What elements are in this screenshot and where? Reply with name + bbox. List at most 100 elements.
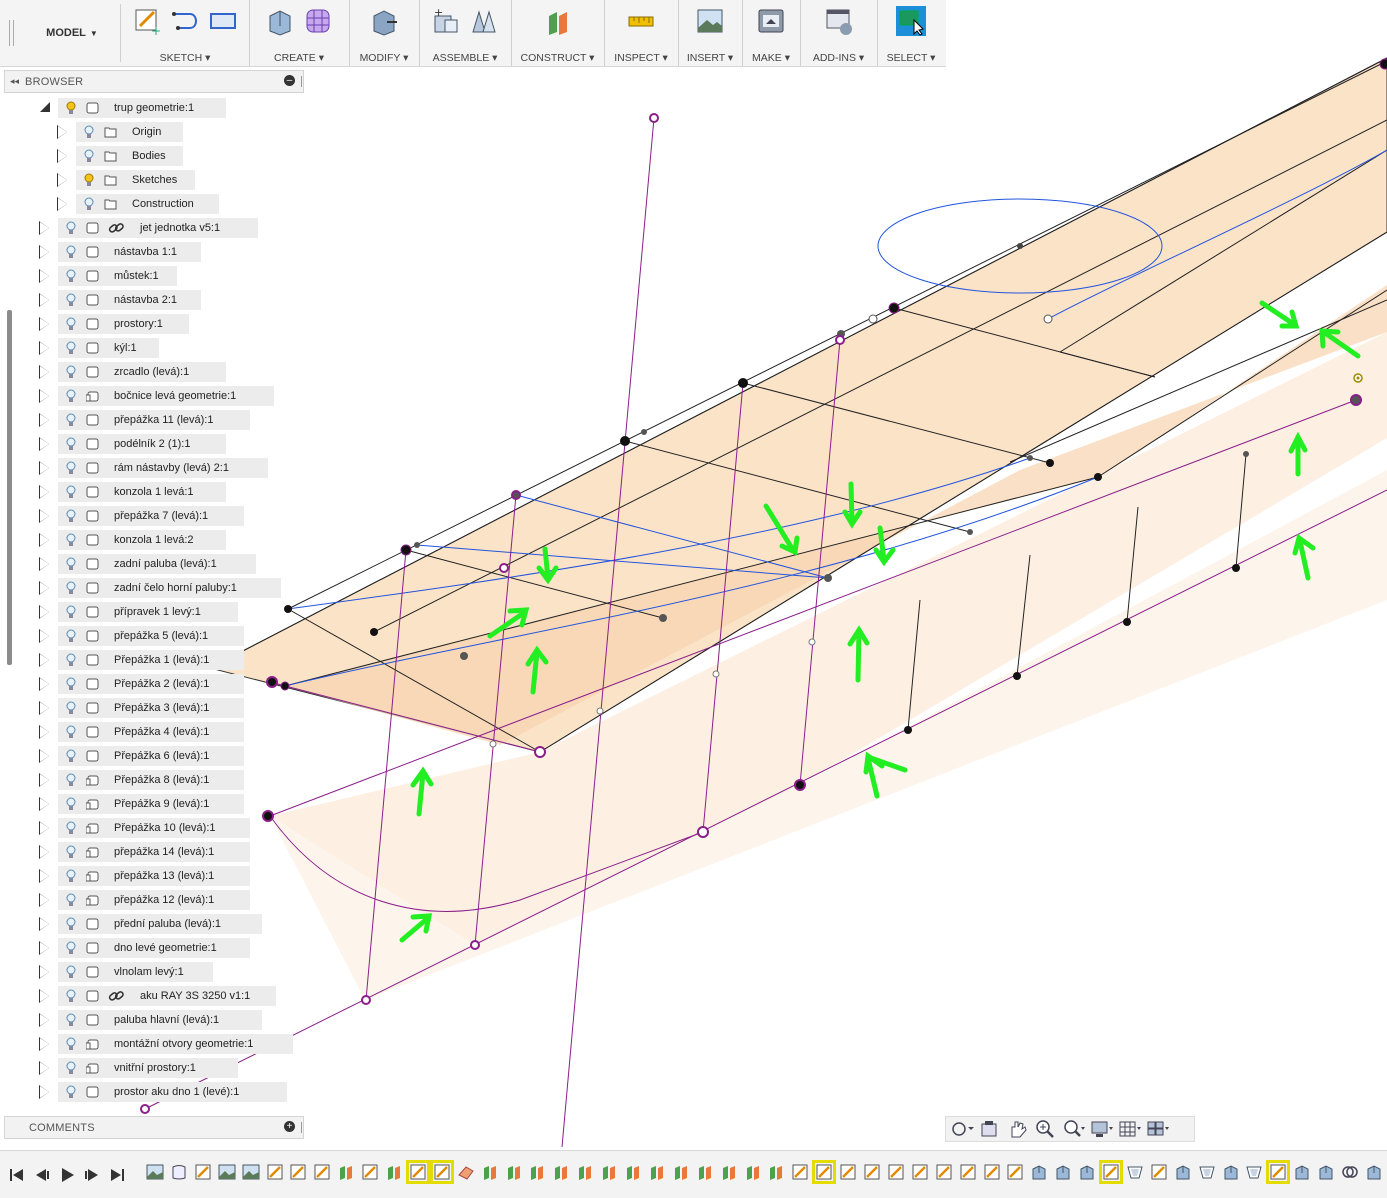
expand-arrow-icon[interactable] (39, 365, 49, 379)
browser-row[interactable]: vnitřní prostory:1 (4, 1057, 304, 1079)
browser-row[interactable]: Construction (4, 193, 304, 215)
browser-item[interactable]: zrcadlo (levá):1 (58, 362, 226, 382)
browser-row[interactable]: nástavba 2:1 (4, 289, 304, 311)
expand-arrow-icon[interactable] (57, 149, 67, 163)
expand-arrow-icon[interactable] (39, 245, 49, 259)
expand-arrow-icon[interactable] (39, 653, 49, 667)
browser-item[interactable]: konzola 1 levá:2 (58, 530, 226, 550)
insert-group[interactable]: INSERT ▾ (678, 0, 743, 66)
shell-feature-icon[interactable] (1245, 1163, 1263, 1181)
sketch-feature-icon[interactable] (1006, 1163, 1024, 1181)
browser-row[interactable]: montážní otvory geometrie:1 (4, 1033, 304, 1055)
browser-item[interactable]: Přepážka 2 (levá):1 (58, 674, 244, 694)
browser-item[interactable]: montážní otvory geometrie:1 (58, 1034, 293, 1054)
expand-arrow-icon[interactable] (39, 485, 49, 499)
browser-row[interactable]: bočnice levá geometrie:1 (4, 385, 304, 407)
expand-arrow-icon[interactable] (39, 605, 49, 619)
browser-item[interactable]: Přepážka 8 (levá):1 (58, 770, 244, 790)
expand-arrow-icon[interactable] (39, 845, 49, 859)
visibility-bulb-off-icon[interactable] (66, 821, 76, 835)
browser-row[interactable]: zrcadlo (levá):1 (4, 361, 304, 383)
assemble-group[interactable]: + ASSEMBLE ▾ (419, 0, 512, 66)
expand-arrow-icon[interactable] (39, 1037, 49, 1051)
browser-item[interactable]: trup geometrie:1 (58, 98, 226, 118)
offset-plane-feature-icon[interactable] (385, 1163, 403, 1181)
browser-item[interactable]: přepážka 14 (levá):1 (58, 842, 250, 862)
sketch-group[interactable]: + SKETCH ▾ (121, 0, 250, 66)
sketch-feature-icon[interactable] (429, 1160, 454, 1184)
expand-arrow-icon[interactable] (39, 413, 49, 427)
3d-print-icon[interactable] (756, 6, 786, 36)
browser-item[interactable]: Přepážka 1 (levá):1 (58, 650, 244, 670)
sketch-feature-icon[interactable] (812, 1160, 837, 1184)
make-group[interactable]: MAKE ▾ (742, 0, 801, 66)
visibility-bulb-off-icon[interactable] (66, 677, 76, 691)
browser-item[interactable]: nástavba 2:1 (58, 290, 202, 310)
extrude-feature-icon[interactable] (1293, 1163, 1311, 1181)
select-group[interactable]: SELECT ▾ (877, 0, 945, 66)
browser-row[interactable]: Přepážka 1 (levá):1 (4, 649, 304, 671)
expand-arrow-icon[interactable] (39, 821, 49, 835)
comments-header[interactable]: COMMENTS + (4, 1116, 304, 1139)
visibility-bulb-off-icon[interactable] (66, 1037, 76, 1051)
pan-icon[interactable] (1006, 1119, 1030, 1139)
visibility-bulb-on-icon[interactable] (84, 173, 94, 187)
offset-plane-feature-icon[interactable] (337, 1163, 355, 1181)
extrude-feature-icon[interactable] (1365, 1163, 1383, 1181)
visibility-bulb-off-icon[interactable] (66, 1013, 76, 1027)
visibility-bulb-off-icon[interactable] (66, 605, 76, 619)
expand-arrow-icon[interactable] (39, 869, 49, 883)
browser-row[interactable]: přepážka 5 (levá):1 (4, 625, 304, 647)
sketch-feature-icon[interactable] (361, 1163, 379, 1181)
expand-arrow-icon[interactable] (39, 293, 49, 307)
browser-item[interactable]: paluba hlavní (levá):1 (58, 1010, 263, 1030)
browser-item[interactable]: vnitřní prostory:1 (58, 1058, 238, 1078)
browser-row[interactable]: Přepážka 6 (levá):1 (4, 745, 304, 767)
offset-plane-icon[interactable] (543, 6, 573, 36)
expand-arrow-icon[interactable] (39, 341, 49, 355)
browser-item[interactable]: rám nástavby (levá) 2:1 (58, 458, 269, 478)
browser-row[interactable]: zadní paluba (levá):1 (4, 553, 304, 575)
browser-item[interactable]: přepážka 13 (levá):1 (58, 866, 250, 886)
visibility-bulb-off-icon[interactable] (66, 965, 76, 979)
sketch-feature-icon[interactable] (405, 1160, 430, 1184)
browser-row[interactable]: můstek:1 (4, 265, 304, 287)
collapse-panel-icon[interactable]: ◂◂ (10, 76, 19, 87)
browser-row[interactable]: nástavba 1:1 (4, 241, 304, 263)
expand-arrow-icon[interactable] (39, 1085, 49, 1099)
browser-item[interactable]: prostor aku dno 1 (levé):1 (58, 1082, 287, 1102)
expand-arrow-icon[interactable] (39, 533, 49, 547)
rewind-to-start-icon[interactable] (9, 1167, 25, 1183)
visibility-bulb-off-icon[interactable] (66, 533, 76, 547)
browser-row[interactable]: Přepážka 8 (levá):1 (4, 769, 304, 791)
construct-group[interactable]: CONSTRUCT ▾ (511, 0, 605, 66)
expand-arrow-icon[interactable] (39, 749, 49, 763)
visibility-bulb-off-icon[interactable] (66, 317, 76, 331)
browser-item[interactable]: kýl:1 (58, 338, 159, 358)
extrude-feature-icon[interactable] (1174, 1163, 1192, 1181)
shell-feature-icon[interactable] (1126, 1163, 1144, 1181)
browser-header[interactable]: ◂◂ BROWSER – (4, 70, 304, 93)
offset-plane-feature-icon[interactable] (648, 1163, 666, 1181)
visibility-bulb-off-icon[interactable] (84, 125, 94, 139)
expand-arrow-icon[interactable] (39, 269, 49, 283)
browser-row[interactable]: Přepážka 10 (levá):1 (4, 817, 304, 839)
browser-row[interactable]: dno levé geometrie:1 (4, 937, 304, 959)
browser-item[interactable]: Origin (76, 122, 183, 142)
visibility-bulb-off-icon[interactable] (66, 269, 76, 283)
sketch-feature-icon[interactable] (1099, 1160, 1123, 1184)
collapse-arrow-icon[interactable] (40, 102, 50, 112)
offset-plane-feature-icon[interactable] (767, 1163, 785, 1181)
visibility-bulb-off-icon[interactable] (66, 437, 76, 451)
browser-item[interactable]: Sketches (76, 170, 195, 190)
visibility-bulb-off-icon[interactable] (66, 245, 76, 259)
expand-arrow-icon[interactable] (57, 173, 67, 187)
visibility-bulb-off-icon[interactable] (66, 845, 76, 859)
browser-item[interactable]: zadní paluba (levá):1 (58, 554, 257, 574)
sketch-feature-icon[interactable] (887, 1163, 905, 1181)
add-ins-group[interactable]: ADD-INS ▾ (800, 0, 878, 66)
visibility-bulb-off-icon[interactable] (66, 749, 76, 763)
browser-row[interactable]: přepážka 12 (levá):1 (4, 889, 304, 911)
visibility-bulb-off-icon[interactable] (66, 461, 76, 475)
plane-feature-icon[interactable] (170, 1163, 188, 1181)
